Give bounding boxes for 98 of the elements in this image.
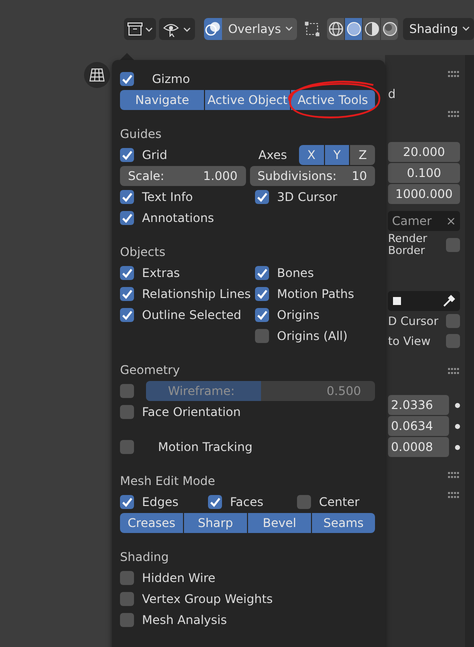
checkbox[interactable] — [120, 210, 134, 224]
keyframe-dot[interactable] — [455, 402, 460, 408]
number-field[interactable]: 2.0336 — [388, 395, 449, 415]
box-icon[interactable] — [127, 22, 153, 36]
number-field[interactable]: 0.0634 — [388, 416, 449, 436]
keyframe-dot[interactable] — [455, 444, 460, 450]
caret-icon — [284, 26, 293, 32]
toggle-button[interactable]: Seams — [312, 512, 375, 532]
checkbox-label: Grid — [142, 148, 168, 162]
checkbox-label: Relationship Lines — [142, 286, 251, 300]
grip-icon[interactable] — [448, 492, 460, 498]
checkbox[interactable] — [120, 592, 134, 606]
overlays-dropdown[interactable]: Overlays — [222, 18, 297, 40]
checkbox[interactable] — [120, 612, 134, 626]
toggle-button[interactable]: Navigate — [120, 90, 204, 110]
checkbox-label: Mesh Analysis — [142, 612, 227, 626]
checkbox-label: Origins (All) — [277, 328, 348, 342]
overlapping-circles-icon — [205, 20, 222, 36]
checkbox-label: to View — [388, 334, 430, 348]
axis-toggle[interactable]: Z — [350, 144, 376, 164]
section-heading: Mesh Edit Mode — [120, 474, 216, 488]
checkbox-label: D Cursor — [388, 314, 438, 328]
checkbox[interactable] — [255, 190, 269, 204]
camera-field[interactable]: Camer × — [388, 211, 460, 231]
toggle-button[interactable]: Sharp — [184, 512, 247, 532]
section-heading: Shading — [120, 550, 169, 564]
checkbox[interactable] — [446, 314, 460, 328]
section-heading: Geometry — [120, 362, 180, 376]
checkbox-label: Gizmo — [152, 72, 190, 86]
checkbox[interactable] — [120, 266, 134, 280]
checkbox-label: Vertex Group Weights — [142, 592, 273, 606]
checkbox[interactable] — [255, 266, 269, 280]
toggle-button[interactable]: Creases — [120, 512, 183, 532]
checkbox-label: Extras — [142, 266, 180, 280]
section-heading: Objects — [120, 244, 166, 258]
checkbox[interactable] — [446, 238, 460, 252]
checkbox[interactable] — [120, 148, 134, 162]
axis-toggle[interactable]: X — [299, 144, 324, 164]
axis-toggle[interactable]: Y — [324, 144, 350, 164]
checkbox-label: Annotations — [142, 210, 214, 224]
xray-icon[interactable] — [304, 20, 320, 38]
checkbox[interactable] — [255, 286, 269, 300]
checkbox[interactable] — [255, 308, 269, 322]
checkbox-label: Faces — [230, 494, 264, 508]
checkbox-label: Motion Paths — [277, 286, 354, 300]
shading-mode-button[interactable] — [327, 18, 344, 40]
overlay-toggle[interactable] — [204, 18, 222, 40]
object-field[interactable] — [388, 291, 460, 311]
square-icon — [392, 295, 402, 307]
shading-mode-button[interactable] — [363, 18, 380, 40]
checkbox-label: Text Info — [142, 190, 193, 204]
axes-label: Axes — [258, 148, 287, 162]
checkbox-label: 3D Cursor — [277, 190, 338, 204]
checkbox-label: Edges — [142, 494, 178, 508]
eyedropper-icon[interactable] — [442, 294, 456, 308]
checkbox-label: Bones — [277, 266, 314, 280]
shading-mode-button[interactable] — [345, 18, 362, 40]
checkbox[interactable] — [120, 72, 134, 86]
checkbox-label: Face Orientation — [142, 404, 241, 418]
toggle-button[interactable]: Bevel — [248, 512, 311, 532]
checkbox[interactable] — [120, 404, 134, 418]
number-field[interactable]: Subdivisions: 10 — [250, 166, 375, 186]
grip-icon[interactable] — [448, 71, 460, 77]
checkbox-label: Outline Selected — [142, 308, 242, 322]
checkbox-label: Origins — [277, 308, 320, 322]
keyframe-dot[interactable] — [455, 424, 460, 428]
number-field[interactable]: Scale: 1.000 — [120, 166, 246, 186]
checkbox[interactable] — [120, 494, 134, 508]
checkbox[interactable] — [120, 190, 134, 204]
grip-icon[interactable] — [448, 368, 460, 374]
checkbox[interactable] — [120, 308, 134, 322]
checkbox[interactable] — [120, 286, 134, 300]
checkbox[interactable] — [120, 570, 134, 584]
number-field[interactable]: 0.0008 — [388, 437, 449, 457]
checkbox[interactable] — [120, 440, 134, 454]
section-heading: Guides — [120, 126, 162, 140]
number-field[interactable]: 1000.000 — [388, 184, 460, 204]
checkbox[interactable] — [446, 334, 460, 348]
checkbox-label: Motion Tracking — [158, 440, 252, 454]
checkbox-label: Hidden Wire — [142, 570, 216, 584]
checkbox[interactable] — [297, 494, 311, 508]
checkbox[interactable] — [120, 384, 134, 398]
checkbox-label: Center — [319, 494, 360, 508]
wireframe-slider[interactable]: Wireframe: 0.500 — [146, 380, 375, 400]
toggle-button[interactable]: Active Tools — [290, 90, 375, 110]
grid-icon[interactable] — [84, 62, 110, 88]
checkbox[interactable] — [255, 328, 269, 342]
grip-icon[interactable] — [448, 472, 460, 478]
number-field[interactable]: 0.100 — [388, 163, 460, 183]
toggle-button[interactable]: Active Object — [205, 90, 290, 110]
number-field[interactable]: 20.000 — [388, 142, 460, 162]
grip-icon[interactable] — [448, 111, 460, 117]
checkbox-label: Render Border — [388, 233, 428, 257]
caret-icon — [462, 26, 470, 32]
shading-dropdown[interactable]: Shading — [403, 18, 474, 40]
checkbox[interactable] — [208, 494, 222, 508]
shading-mode-button[interactable] — [381, 18, 398, 40]
panel-text: d — [388, 87, 396, 101]
